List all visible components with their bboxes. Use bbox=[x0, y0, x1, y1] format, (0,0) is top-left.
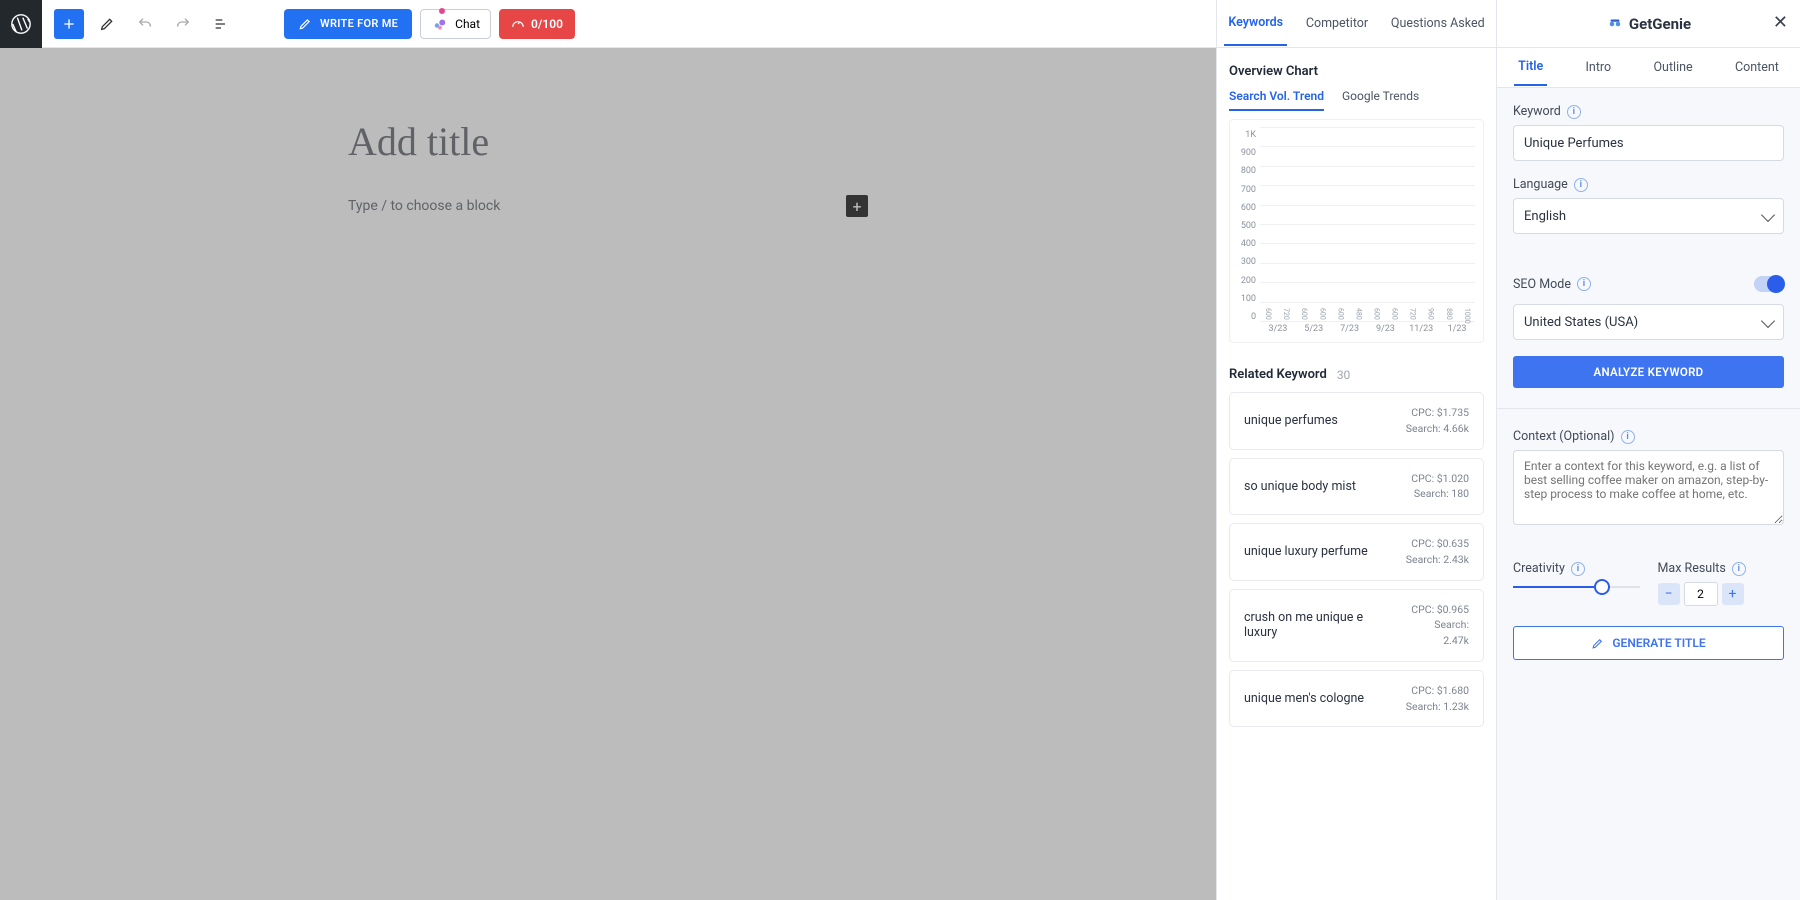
language-select[interactable]: English bbox=[1513, 198, 1784, 234]
keyword-name: unique luxury perfume bbox=[1244, 544, 1368, 559]
keyword-panel: Keywords Competitor Questions Asked Over… bbox=[1216, 0, 1496, 900]
country-select[interactable]: United States (USA) bbox=[1513, 304, 1784, 340]
chevron-down-icon bbox=[1761, 207, 1775, 221]
context-input[interactable] bbox=[1513, 450, 1784, 525]
edit-icon[interactable] bbox=[92, 9, 122, 39]
related-keyword-list: unique perfumes CPC: $1.735Search: 4.66k s… bbox=[1229, 392, 1484, 727]
max-results-label: Max Results bbox=[1658, 561, 1726, 576]
outline-icon[interactable] bbox=[206, 9, 236, 39]
tab-title[interactable]: Title bbox=[1514, 49, 1547, 86]
chart-yaxis: 1K9008007006005004003002001000 bbox=[1234, 128, 1260, 338]
subtab-google-trends[interactable]: Google Trends bbox=[1342, 89, 1419, 111]
score-label: 0/100 bbox=[531, 17, 563, 31]
step-plus-button[interactable]: + bbox=[1722, 583, 1744, 605]
keyword-name: crush on me unique e luxury bbox=[1244, 610, 1397, 640]
analyze-keyword-button[interactable]: ANALYZE KEYWORD bbox=[1513, 356, 1784, 388]
tab-intro[interactable]: Intro bbox=[1582, 50, 1616, 85]
info-icon[interactable]: i bbox=[1567, 105, 1581, 119]
keyword-name: unique perfumes bbox=[1244, 413, 1338, 428]
tab-outline[interactable]: Outline bbox=[1649, 50, 1696, 85]
info-icon[interactable]: i bbox=[1577, 277, 1591, 291]
write-label: WRITE FOR ME bbox=[320, 17, 398, 30]
keyword-metrics: CPC: $1.020Search: 180 bbox=[1411, 471, 1469, 503]
related-count: 30 bbox=[1337, 368, 1351, 382]
keyword-card[interactable]: unique luxury perfume CPC: $0.635Search: … bbox=[1229, 523, 1484, 581]
info-icon[interactable]: i bbox=[1574, 178, 1588, 192]
keyword-card[interactable]: unique perfumes CPC: $1.735Search: 4.66k bbox=[1229, 392, 1484, 450]
keyword-card[interactable]: unique men's cologne CPC: $1.680Search: 1… bbox=[1229, 670, 1484, 728]
creativity-label: Creativity bbox=[1513, 561, 1565, 576]
seo-mode-label: SEO Mode bbox=[1513, 277, 1571, 292]
chart-xaxis: 3/235/237/239/2311/231/23 bbox=[1260, 324, 1475, 338]
overview-title: Overview Chart bbox=[1229, 64, 1484, 79]
chat-button[interactable]: Chat bbox=[420, 9, 491, 39]
editor-toolbar: WRITE FOR ME Chat 0/100 bbox=[0, 0, 1216, 48]
info-icon[interactable]: i bbox=[1571, 562, 1585, 576]
generate-title-button[interactable]: GENERATE TITLE bbox=[1513, 626, 1784, 660]
max-results-value[interactable]: 2 bbox=[1684, 582, 1718, 606]
language-label: Language bbox=[1513, 177, 1568, 192]
seo-score-button[interactable]: 0/100 bbox=[499, 9, 575, 39]
keyword-name: so unique body mist bbox=[1244, 479, 1356, 494]
keyword-metrics: CPC: $1.735Search: 4.66k bbox=[1406, 405, 1469, 437]
tab-competitor[interactable]: Competitor bbox=[1302, 2, 1372, 45]
keyword-label: Keyword bbox=[1513, 104, 1561, 119]
keyword-metrics: CPC: $0.635Search: 2.43k bbox=[1406, 536, 1469, 568]
keyword-card[interactable]: so unique body mist CPC: $1.020Search: 18… bbox=[1229, 458, 1484, 516]
tab-keywords[interactable]: Keywords bbox=[1224, 1, 1287, 46]
related-title: Related Keyword bbox=[1229, 367, 1327, 382]
overview-chart: 1K9008007006005004003002001000 600720600… bbox=[1229, 119, 1484, 343]
context-label: Context (Optional) bbox=[1513, 429, 1615, 444]
keyword-input[interactable] bbox=[1513, 125, 1784, 161]
keyword-metrics: CPC: $1.680Search: 1.23k bbox=[1406, 683, 1469, 715]
keyword-metrics: CPC: $0.965Search: 2.47k bbox=[1407, 602, 1469, 649]
keyword-name: unique men's cologne bbox=[1244, 691, 1364, 706]
chevron-down-icon bbox=[1761, 313, 1775, 327]
subtab-search-vol[interactable]: Search Vol. Trend bbox=[1229, 89, 1324, 111]
chat-label: Chat bbox=[455, 17, 480, 31]
add-block-button[interactable] bbox=[54, 9, 84, 39]
chart-bars: 6007206006006004806006007209608801000 bbox=[1260, 128, 1475, 322]
editor-overlay bbox=[0, 48, 1216, 900]
tab-questions[interactable]: Questions Asked bbox=[1387, 2, 1489, 45]
notification-dot-icon bbox=[439, 8, 445, 14]
seo-mode-toggle[interactable] bbox=[1754, 276, 1784, 292]
undo-button[interactable] bbox=[130, 9, 160, 39]
creativity-slider[interactable] bbox=[1513, 586, 1640, 588]
close-icon[interactable]: ✕ bbox=[1773, 12, 1788, 33]
editor-pane: WRITE FOR ME Chat 0/100 Add title Type /… bbox=[0, 0, 1216, 900]
keyword-panel-tabs: Keywords Competitor Questions Asked bbox=[1217, 0, 1496, 48]
keyword-card[interactable]: crush on me unique e luxury CPC: $0.965Se… bbox=[1229, 589, 1484, 662]
info-icon[interactable]: i bbox=[1621, 430, 1635, 444]
info-icon[interactable]: i bbox=[1732, 562, 1746, 576]
redo-button[interactable] bbox=[168, 9, 198, 39]
tab-content[interactable]: Content bbox=[1731, 50, 1783, 85]
wordpress-icon[interactable] bbox=[0, 0, 42, 48]
write-for-me-button[interactable]: WRITE FOR ME bbox=[284, 9, 412, 39]
brand-logo: GetGenie bbox=[1606, 15, 1691, 33]
step-minus-button[interactable]: − bbox=[1658, 583, 1680, 605]
max-results-stepper: − 2 + bbox=[1658, 582, 1785, 606]
genie-panel: GetGenie ✕ Title Intro Outline Content K… bbox=[1496, 0, 1800, 900]
